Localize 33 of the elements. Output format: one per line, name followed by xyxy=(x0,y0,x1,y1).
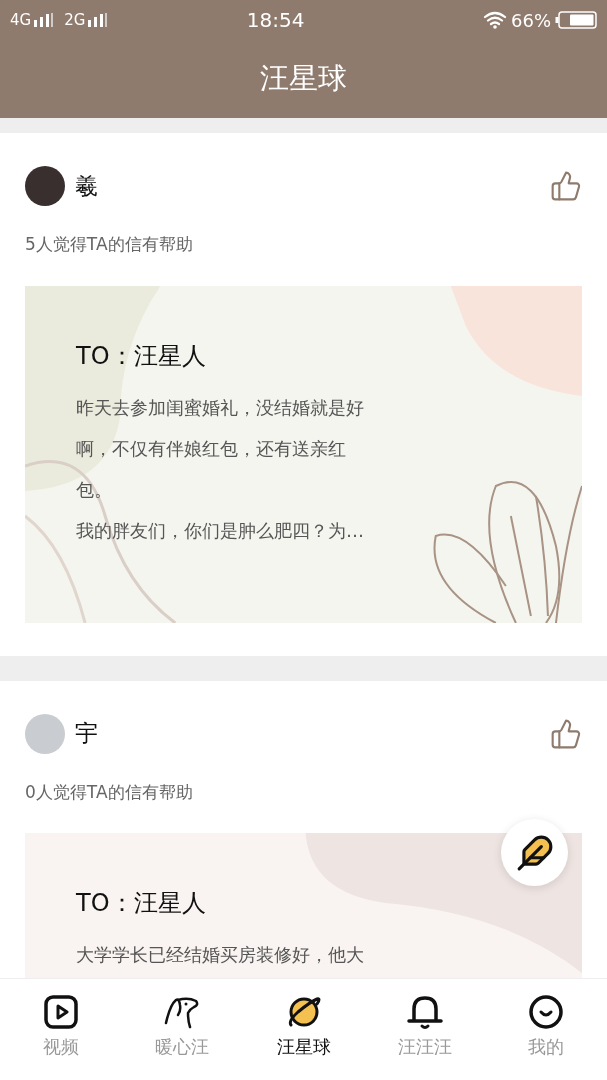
signal-icon xyxy=(88,13,109,27)
wifi-icon xyxy=(483,11,507,29)
user-name: 宇 xyxy=(75,719,98,749)
dog-head-icon xyxy=(164,995,201,1029)
battery-icon xyxy=(555,11,597,29)
helpful-count: 5人觉得TA的信有帮助 xyxy=(25,233,194,256)
feather-icon xyxy=(515,833,554,872)
bell-icon xyxy=(405,994,444,1030)
letter-text-line: 我的胖友们，你们是肿么肥四？为… xyxy=(76,518,365,543)
tab-item[interactable]: 汪星球 xyxy=(242,979,365,1080)
letter-card[interactable]: 羲 5人觉得TA的信有帮助 TO：汪星人 昨天去参加闺蜜婚礼，没结婚就是好 啊，不仅有伴娘红包，还有送亲红 包。 我的胖友们，你们是肿么肥四？为… xyxy=(0,133,607,656)
like-icon[interactable] xyxy=(550,717,582,750)
letter-paper[interactable]: TO：汪星人 昨天去参加闺蜜婚礼，没结婚就是好 啊，不仅有伴娘红包，还有送亲红 包。 我的胖友们，你们是肿么肥四？为… xyxy=(25,285,582,623)
page-title: 汪星球 xyxy=(260,60,347,98)
avatar[interactable] xyxy=(25,166,65,206)
signal-icon xyxy=(34,13,55,27)
letter-text-line: 昨天去参加闺蜜婚礼，没结婚就是好 xyxy=(76,395,365,420)
network-label: 4G xyxy=(10,9,32,31)
play-icon xyxy=(43,995,78,1029)
letter-text-line: 大学学长已经结婚买房装修好，他大 xyxy=(76,943,365,967)
smiley-icon xyxy=(528,994,565,1030)
battery-percent: 66% xyxy=(511,8,551,33)
helpful-count: 0人觉得TA的信有帮助 xyxy=(25,780,194,804)
clock-time: 18:54 xyxy=(245,7,306,34)
like-icon[interactable] xyxy=(550,170,582,202)
letter-recipient: TO：汪星人 xyxy=(76,888,207,919)
user-name: 羲 xyxy=(75,171,98,201)
letter-card[interactable]: 宇 0人觉得TA的信有帮助 TO：汪星人 大学学长已经结婚买房装修好，他大 xyxy=(0,680,607,978)
letter-recipient: TO：汪星人 xyxy=(76,340,207,372)
network-label: 2G xyxy=(64,9,86,31)
letter-text-line: 包。 xyxy=(76,477,113,502)
letter-paper[interactable]: TO：汪星人 大学学长已经结婚买房装修好，他大 xyxy=(25,833,582,978)
letter-text-line: 啊，不仅有伴娘红包，还有送亲红 xyxy=(76,436,347,461)
